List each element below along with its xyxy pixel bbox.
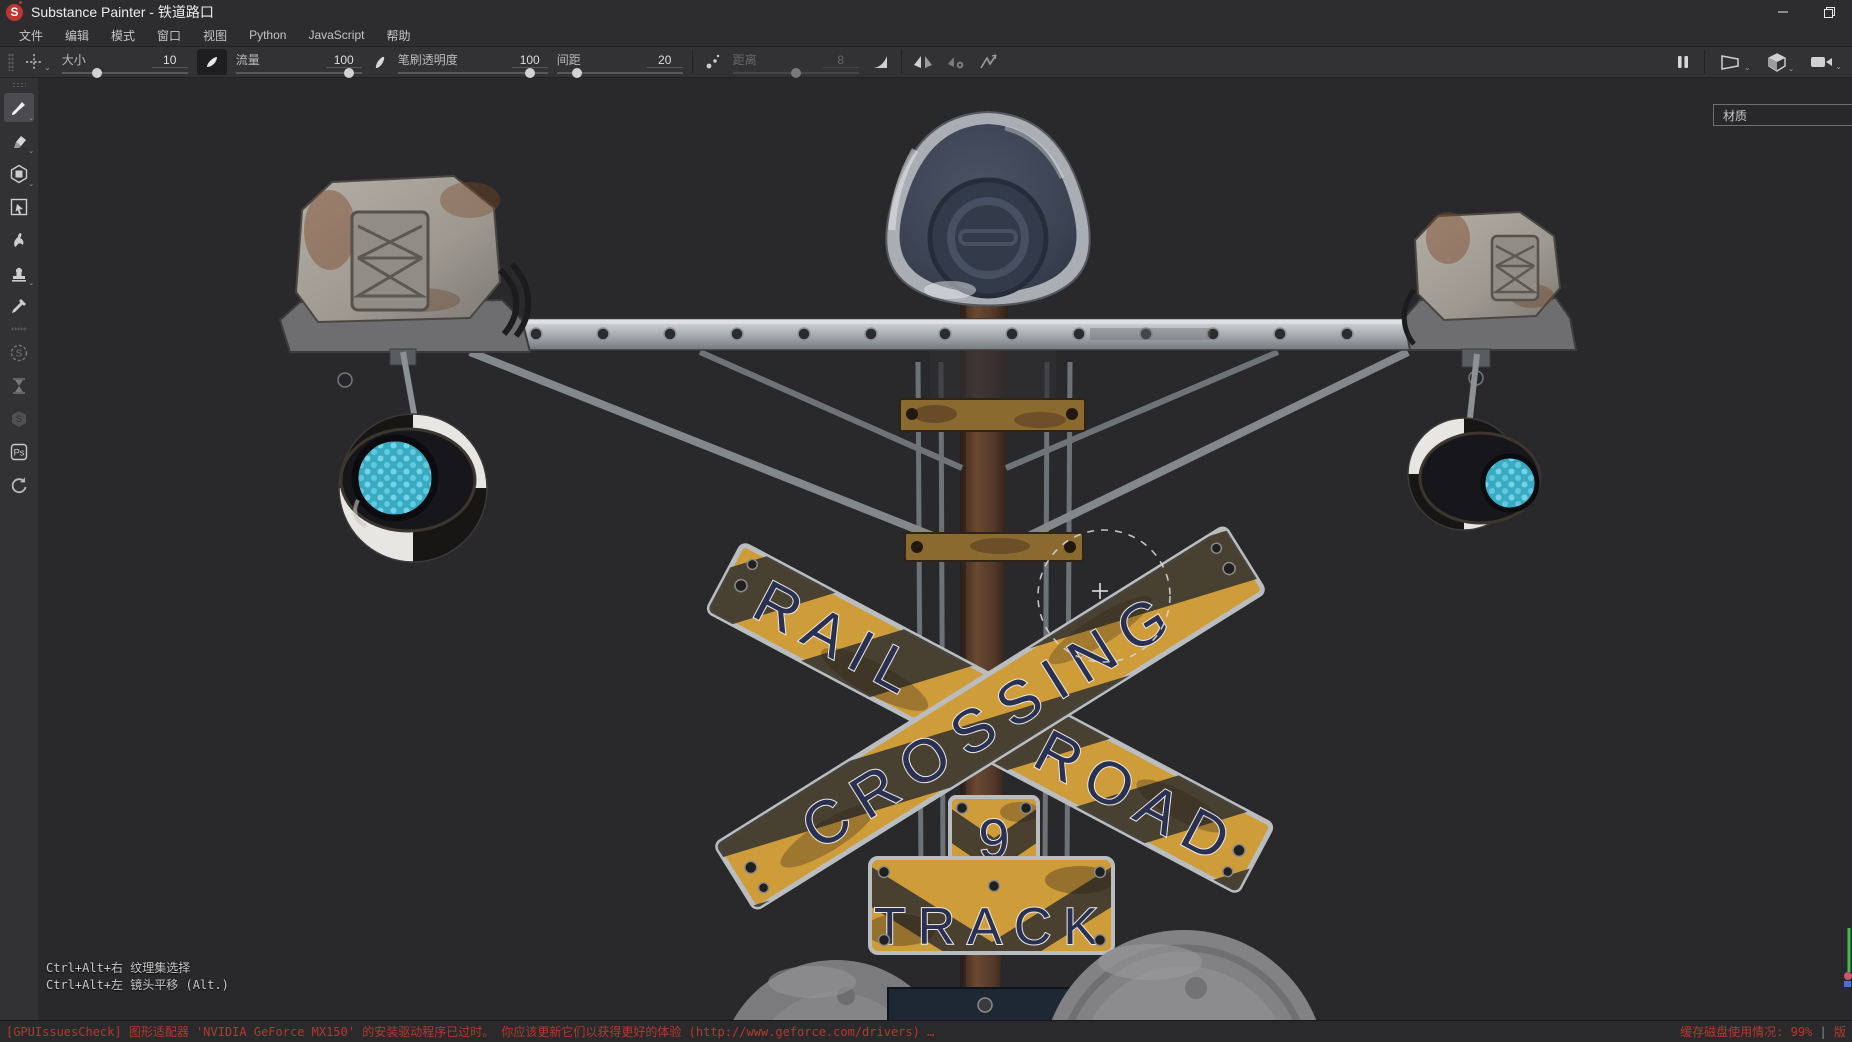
size-label: 大小 [62,51,86,68]
substance-painter-window: S Substance Painter - 铁道路口 文件 编辑 模式 窗口 视… [0,0,1852,1042]
photoshop-plugin[interactable]: Ps [4,437,34,466]
scene-render: RAIL ROAD CROSSING [38,78,1852,1020]
menu-viewport[interactable]: 视图 [192,25,238,46]
opacity-label: 笔刷透明度 [398,51,458,68]
display-settings-icon[interactable]: ⌄ [1717,51,1753,73]
cache-usage: 缓存磁盘使用情况: 99% | 版 [1680,1023,1846,1040]
svg-text:TRACK: TRACK [874,898,1110,956]
opacity-slider-knob[interactable] [525,68,535,78]
distance-track [733,72,859,74]
shortcut-hint-line2: Ctrl+Alt+左 镜头平移 (Alt.) [46,977,229,994]
svg-text:Ps: Ps [13,447,24,458]
clone-tool[interactable]: ⌄ [4,258,34,287]
color-picker-tool[interactable] [4,291,34,320]
opacity-slider: 笔刷透明度 100 [398,51,548,74]
distance-value: 8 [823,54,859,68]
spacing-slider-knob[interactable] [572,68,582,78]
menu-javascript[interactable]: JavaScript [297,26,375,44]
size-track[interactable] [62,72,188,74]
menu-help[interactable]: 帮助 [375,25,421,46]
lazy-mouse-icon[interactable] [977,51,1001,73]
material-panel-tab[interactable]: 材质 [1713,104,1852,126]
cache-usage-value: 99% [1791,1025,1813,1039]
smudge-tool[interactable] [4,225,34,254]
menu-edit[interactable]: 编辑 [54,25,100,46]
window-title: Substance Painter - 铁道路口 [31,2,214,22]
size-slider: 大小 10 [62,51,188,74]
spacing-track[interactable] [557,72,683,74]
cache-usage-label: 缓存磁盘使用情况: [1680,1025,1783,1039]
menu-window[interactable]: 窗口 [146,25,192,46]
pause-icon[interactable] [1674,52,1692,72]
opacity-track[interactable] [398,72,548,74]
rail-drag-handle[interactable] [12,82,26,87]
substance-source[interactable]: S [4,338,34,367]
restore-button[interactable] [1806,0,1852,24]
resources-updater[interactable] [4,470,34,499]
symmetry-settings-icon[interactable] [944,52,968,72]
navigation-gizmo[interactable] [1842,926,1852,990]
svg-text:S: S [16,348,23,359]
shortcut-hints-overlay: Ctrl+Alt+右 纹理集选择 Ctrl+Alt+左 镜头平移 (Alt.) [46,960,229,994]
tools-rail: ⌄ ⌄ ⌄ ⌄ S [0,78,38,1020]
scatter-icon[interactable] [702,51,724,73]
toolbar-separator [1704,50,1705,74]
bakers[interactable] [4,371,34,400]
status-divider: | [1820,1025,1827,1039]
polygon-fill-tool[interactable] [4,192,34,221]
flow-slider-knob[interactable] [344,68,354,78]
export-textures[interactable]: S [4,404,34,433]
svg-text:S: S [16,414,22,424]
gpu-warning-message: [GPUIssuesCheck] 图形适配器 'NVIDIA GeForce M… [6,1023,934,1040]
menu-file[interactable]: 文件 [8,25,54,46]
alignment-crosshair-icon[interactable]: ⌄ [23,51,53,73]
size-value[interactable]: 10 [152,54,188,68]
brush-tip-2-icon[interactable] [371,52,389,72]
rail-divider [11,327,27,331]
cache-usage-suffix: 版 [1834,1025,1846,1039]
titlebar: S Substance Painter - 铁道路口 [0,0,1852,24]
shader-settings-icon[interactable]: ⌄ [1765,51,1797,74]
paint-tool[interactable]: ⌄ [4,93,34,122]
menu-python[interactable]: Python [238,26,297,44]
flow-slider: 流量 100 [236,51,362,74]
spacing-label: 间距 [557,51,581,68]
eraser-tool[interactable]: ⌄ [4,126,34,155]
spacing-value[interactable]: 20 [647,54,683,68]
flow-value[interactable]: 100 [326,54,362,68]
distance-label: 距离 [733,51,757,68]
spacing-slider: 间距 20 [557,51,683,74]
size-slider-knob[interactable] [92,68,102,78]
brush-tip-icon[interactable] [197,49,227,75]
material-tab-label: 材质 [1723,107,1747,124]
viewport-3d[interactable]: RAIL ROAD CROSSING [38,78,1852,1020]
menu-mode[interactable]: 模式 [100,25,146,46]
flow-track[interactable] [236,72,362,74]
statusbar: [GPUIssuesCheck] 图形适配器 'NVIDIA GeForce M… [0,1020,1852,1042]
symmetry-icon[interactable] [911,52,935,72]
toolbar-separator [692,50,693,74]
toolbar-drag-handle[interactable] [8,53,14,71]
opacity-value[interactable]: 100 [512,54,548,68]
substance-painter-logo-icon: S [6,4,23,21]
toolbar-separator [901,50,902,74]
menubar: 文件 编辑 模式 窗口 视图 Python JavaScript 帮助 [0,24,1852,46]
projection-tool[interactable]: ⌄ [4,159,34,188]
flow-label: 流量 [236,51,260,68]
shortcut-hint-line1: Ctrl+Alt+右 纹理集选择 [46,960,229,977]
camera-settings-icon[interactable]: ⌄ [1808,52,1844,72]
distance-slider: 距离 8 [733,51,859,74]
minimize-button[interactable] [1760,0,1806,24]
brush-toolbar: ⌄ 大小 10 流量 100 笔刷透明度 100 间距 20 [0,46,1852,78]
falloff-curve-icon[interactable] [868,51,892,73]
distance-slider-knob [791,68,801,78]
